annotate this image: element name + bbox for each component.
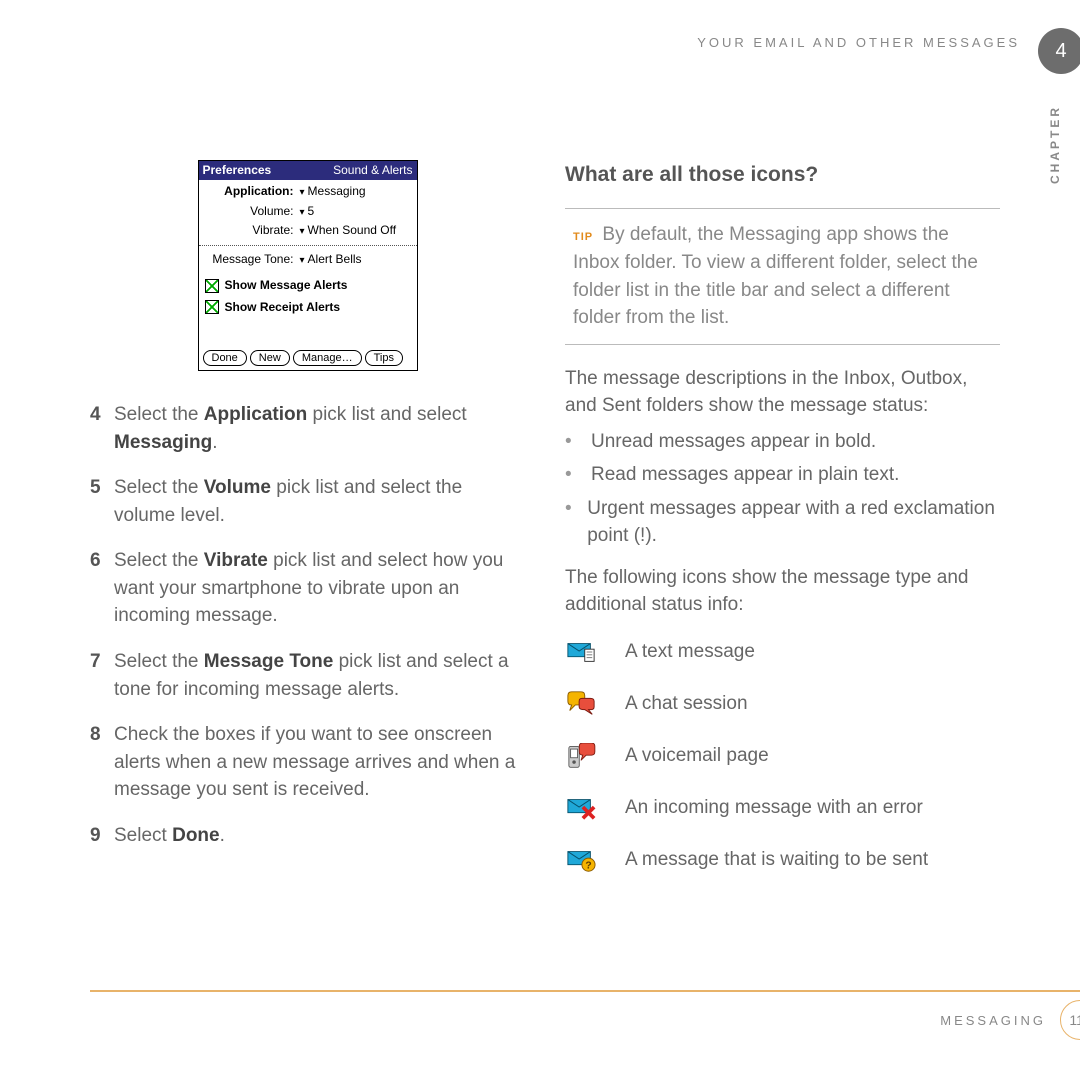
- step-6: 6Select the Vibrate pick list and select…: [90, 547, 525, 630]
- waiting-message-icon: ?: [565, 845, 597, 875]
- intro-paragraph: The message descriptions in the Inbox, O…: [565, 365, 1000, 420]
- voicemail-page-icon: [565, 741, 597, 771]
- icon-row-text: A text message: [565, 637, 1000, 667]
- icon-row-waiting: ? A message that is waiting to be sent: [565, 845, 1000, 875]
- footer-section: MESSAGING: [940, 1013, 1046, 1028]
- bullet-urgent: Urgent messages appear with a red exclam…: [587, 495, 1000, 550]
- status-bullets: Unread messages appear in bold. Read mes…: [565, 428, 1000, 550]
- step-5: 5Select the Volume pick list and select …: [90, 474, 525, 529]
- tip-box: TIP By default, the Messaging app shows …: [565, 208, 1000, 344]
- palm-check-msg-alerts: Show Message Alerts: [205, 275, 411, 296]
- bullet-read: Read messages appear in plain text.: [591, 461, 899, 489]
- preferences-screenshot: Preferences Sound & Alerts Application:M…: [198, 160, 418, 371]
- step-9: 9Select Done.: [90, 822, 525, 850]
- step-7: 7Select the Message Tone pick list and s…: [90, 648, 525, 703]
- icon-row-voicemail: A voicemail page: [565, 741, 1000, 771]
- running-head: YOUR EMAIL AND OTHER MESSAGES: [90, 35, 1040, 50]
- chapter-label: CHAPTER: [1048, 105, 1062, 184]
- tip-label: TIP: [573, 231, 593, 243]
- steps-list: 4Select the Application pick list and se…: [90, 401, 525, 849]
- palm-vol-value: 5: [300, 203, 315, 221]
- tip-text: By default, the Messaging app shows the …: [573, 224, 978, 328]
- icon-desc-wait: A message that is waiting to be sent: [625, 846, 928, 874]
- step-4: 4Select the Application pick list and se…: [90, 401, 525, 456]
- palm-tips-button: Tips: [365, 350, 403, 366]
- palm-tone-label: Message Tone:: [205, 251, 300, 268]
- page-footer: MESSAGING 111: [90, 990, 1080, 1040]
- icon-desc-chat: A chat session: [625, 690, 748, 718]
- palm-tone-value: Alert Bells: [300, 251, 362, 269]
- palm-new-button: New: [250, 350, 290, 366]
- palm-vol-label: Volume:: [205, 203, 300, 220]
- palm-manage-button: Manage…: [293, 350, 362, 366]
- icons-intro: The following icons show the message typ…: [565, 564, 1000, 619]
- palm-title-right: Sound & Alerts: [333, 162, 412, 179]
- icon-desc-text: A text message: [625, 638, 755, 666]
- palm-app-value: Messaging: [300, 183, 366, 201]
- icon-desc-vm: A voicemail page: [625, 742, 769, 770]
- icon-desc-err: An incoming message with an error: [625, 794, 923, 822]
- palm-check-rcpt-alerts: Show Receipt Alerts: [205, 297, 411, 318]
- error-message-icon: [565, 793, 597, 823]
- footer-page-number: 111: [1060, 1000, 1080, 1040]
- palm-vib-label: Vibrate:: [205, 222, 300, 239]
- palm-app-label: Application:: [205, 183, 300, 200]
- icon-row-error: An incoming message with an error: [565, 793, 1000, 823]
- palm-title-left: Preferences: [203, 162, 272, 179]
- palm-done-button: Done: [203, 350, 247, 366]
- icon-row-chat: A chat session: [565, 689, 1000, 719]
- chapter-number-badge: 4: [1038, 28, 1080, 74]
- svg-text:?: ?: [585, 860, 591, 871]
- bullet-unread: Unread messages appear in bold.: [591, 428, 876, 456]
- chat-session-icon: [565, 689, 597, 719]
- palm-vib-value: When Sound Off: [300, 222, 397, 240]
- section-heading: What are all those icons?: [565, 160, 1000, 190]
- step-8: 8Check the boxes if you want to see onsc…: [90, 721, 525, 804]
- text-message-icon: [565, 637, 597, 667]
